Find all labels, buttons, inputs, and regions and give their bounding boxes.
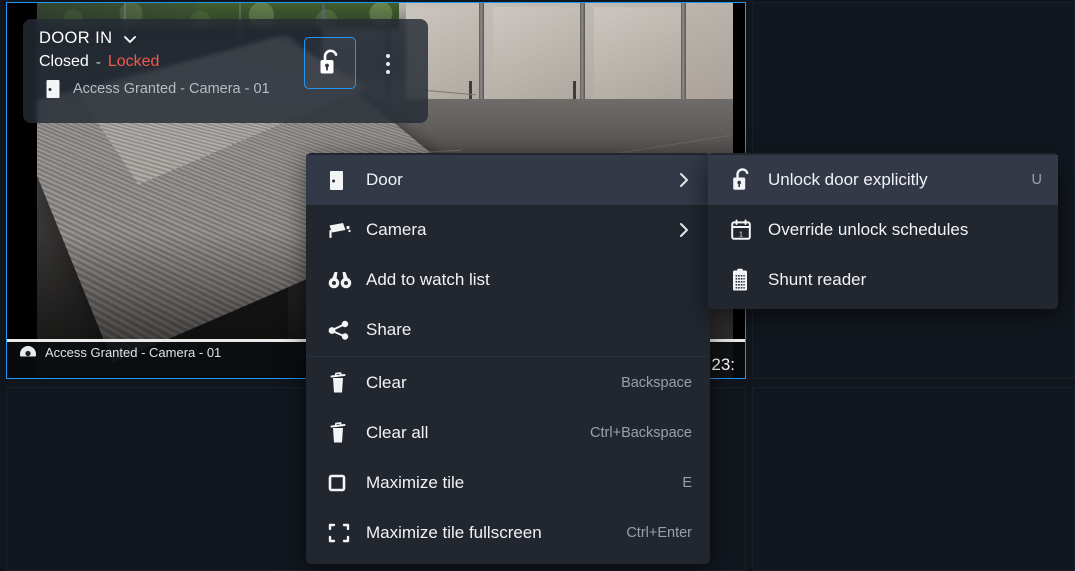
binoculars-icon: [328, 270, 356, 290]
menu-item-share[interactable]: Share: [306, 305, 710, 355]
more-options-button[interactable]: [376, 49, 400, 79]
menu-item-door[interactable]: Door: [306, 155, 710, 205]
menu-item-shortcut: E: [682, 475, 692, 491]
submenu-item-override-unlock-schedules[interactable]: 1 Override unlock schedules: [708, 205, 1058, 255]
kebab-dot: [386, 62, 390, 66]
door-state-text: Closed: [39, 53, 89, 70]
door-submenu[interactable]: Unlock door explicitly U 1 Override unlo…: [708, 153, 1058, 309]
menu-item-camera[interactable]: Camera: [306, 205, 710, 255]
menu-item-label: Clear: [366, 373, 407, 392]
menu-item-label: Maximize tile: [366, 473, 465, 492]
menu-item-maximize-tile[interactable]: Maximize tile E: [306, 458, 710, 508]
share-icon: [328, 320, 356, 340]
unlock-door-button[interactable]: [304, 37, 356, 89]
submenu-item-unlock-door-explicitly[interactable]: Unlock door explicitly U: [708, 155, 1058, 205]
trash-icon: [328, 422, 356, 444]
menu-item-label: Camera: [366, 220, 427, 239]
menu-item-label: Share: [366, 320, 412, 339]
menu-item-add-to-watch-list[interactable]: Add to watch list: [306, 255, 710, 305]
menu-item-label: Clear all: [366, 423, 429, 442]
camera-icon: [328, 221, 356, 239]
chevron-right-icon: [676, 171, 692, 189]
menu-item-clear-all[interactable]: Clear all Ctrl+Backspace: [306, 408, 710, 458]
unlock-icon: [730, 167, 758, 193]
door-icon: [328, 170, 356, 191]
door-icon: [45, 79, 61, 99]
unlock-icon: [317, 48, 343, 78]
submenu-item-shunt-reader[interactable]: Shunt reader: [708, 255, 1058, 305]
dome-camera-icon: [19, 345, 37, 360]
empty-tile-bottom-right[interactable]: [752, 387, 1075, 571]
lock-state-text: Locked: [107, 53, 160, 70]
chevron-down-icon[interactable]: [122, 31, 138, 47]
state-separator: -: [95, 53, 101, 71]
menu-item-shortcut: Ctrl+Backspace: [590, 425, 692, 441]
door-info-overlay: DOOR IN Closed - Locked Access Granted -…: [23, 19, 428, 123]
submenu-item-label: Override unlock schedules: [768, 220, 969, 239]
menu-item-label: Maximize tile fullscreen: [366, 523, 542, 542]
fullscreen-corners-icon: [328, 522, 356, 544]
trash-icon: [328, 372, 356, 394]
svg-text:1: 1: [739, 229, 743, 238]
menu-item-label: Add to watch list: [366, 270, 490, 289]
submenu-item-label: Shunt reader: [768, 270, 867, 289]
video-wall-app: DOOR IN Closed - Locked Access Granted -…: [0, 0, 1075, 571]
menu-item-shortcut: Ctrl+Enter: [626, 525, 692, 541]
menu-item-label: Door: [366, 170, 403, 189]
menu-item-shortcut: Backspace: [621, 375, 692, 391]
submenu-item-shortcut: U: [1031, 172, 1042, 188]
menu-item-clear[interactable]: Clear Backspace: [306, 358, 710, 408]
door-overlay-title: DOOR IN: [39, 29, 113, 47]
status-bar-camera-name: Access Granted - Camera - 01: [45, 345, 222, 360]
chevron-right-icon: [676, 221, 692, 239]
reader-icon: [730, 268, 758, 292]
square-icon: [328, 474, 356, 492]
tile-context-menu[interactable]: Door Camera Add to watch list Share Clea…: [306, 153, 710, 564]
menu-divider: [306, 356, 710, 357]
submenu-item-label: Unlock door explicitly: [768, 170, 928, 189]
door-event-text: Access Granted - Camera - 01: [73, 81, 270, 97]
kebab-dot: [386, 54, 390, 58]
kebab-dot: [386, 70, 390, 74]
calendar-icon: 1: [730, 219, 758, 241]
menu-item-maximize-tile-fullscreen[interactable]: Maximize tile fullscreen Ctrl+Enter: [306, 508, 710, 558]
